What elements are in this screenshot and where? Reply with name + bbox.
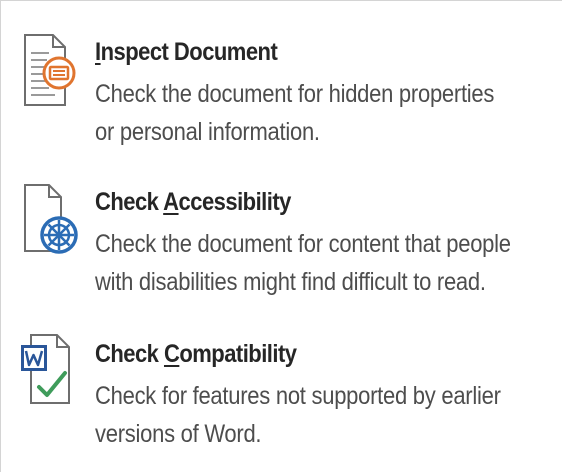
description-line: or personal information.: [95, 118, 320, 146]
title-accelerator: C: [163, 340, 180, 368]
title-accelerator: A: [163, 188, 179, 216]
check-compatibility-icon: [19, 331, 79, 413]
title-prefix: Check: [95, 340, 164, 368]
check-compatibility-description: Check for features not supported by earl…: [95, 377, 553, 453]
description-line: Check the document for hidden properties: [95, 80, 495, 108]
inspect-document-item[interactable]: Inspect Document Check the document for …: [1, 19, 562, 169]
inspect-document-title: Inspect Document: [95, 37, 278, 67]
description-line: Check for features not supported by earl…: [95, 382, 501, 410]
description-line: with disabilities might find difficult t…: [95, 268, 486, 296]
title-prefix: Check: [95, 188, 164, 216]
check-accessibility-description: Check the document for content that peop…: [95, 225, 553, 301]
description-line: Check the document for content that peop…: [95, 230, 511, 258]
inspect-document-description: Check the document for hidden properties…: [95, 75, 553, 151]
check-accessibility-title: Check Accessibility: [95, 187, 291, 217]
title-rest: nspect Document: [100, 38, 278, 66]
check-compatibility-title: Check Compatibility: [95, 339, 297, 369]
title-rest: ompatibility: [179, 340, 297, 368]
description-line: versions of Word.: [95, 420, 262, 448]
title-rest: ccessibility: [178, 188, 292, 216]
check-accessibility-item[interactable]: Check Accessibility Check the document f…: [1, 169, 562, 319]
check-for-issues-menu: Inspect Document Check the document for …: [0, 0, 562, 472]
check-accessibility-icon: [19, 179, 79, 261]
check-compatibility-item[interactable]: Check Compatibility Check for features n…: [1, 321, 562, 471]
inspect-document-icon: [19, 29, 79, 111]
